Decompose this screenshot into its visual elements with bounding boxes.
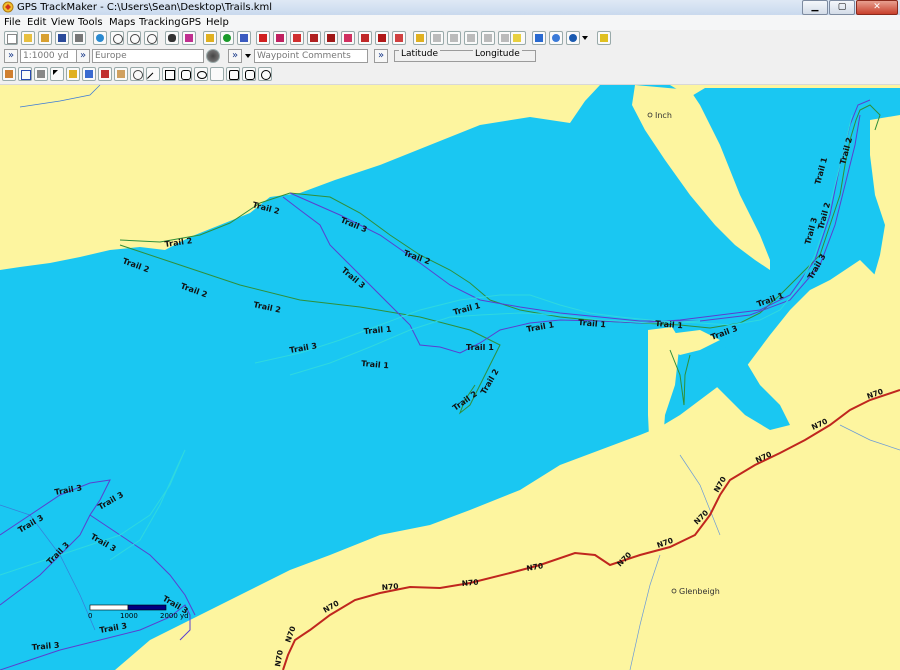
menu-edit[interactable]: Edit [27,16,46,29]
main-toolbar [0,30,900,49]
zoom-in-icon[interactable] [127,31,141,45]
antenna-icon[interactable] [464,31,478,45]
eraser-icon[interactable] [182,31,196,45]
title-bar: GPS TrackMaker - C:\Users\Sean\Desktop\T… [0,0,900,16]
menu-gps[interactable]: GPS [181,16,201,29]
ellipse-icon[interactable] [194,67,208,81]
menu-tracking[interactable]: Tracking [139,16,181,29]
move-icon[interactable] [82,67,96,81]
road-label-n70: N70 [381,582,398,592]
lasso-icon[interactable] [130,67,144,81]
map-view[interactable]: Trail 2 Trail 2 Trail 2 Trail 2 Trail 2 Trail… [0,85,900,670]
place-label-glenbeigh: Glenbeigh [679,587,720,596]
track-join-icon[interactable] [324,31,338,45]
hexagon-icon[interactable] [242,67,256,81]
open-folder-icon[interactable] [21,31,35,45]
menu-maps[interactable]: Maps [109,16,135,29]
new-file-icon[interactable] [4,31,18,45]
rectangle-icon[interactable] [162,67,176,81]
place-label-inch: Inch [655,111,672,120]
target-icon[interactable] [206,49,220,63]
flag-icon[interactable] [430,31,444,45]
maximize-button[interactable]: ▢ [829,0,855,15]
track-color-icon[interactable] [341,31,355,45]
route-icon[interactable] [237,31,251,45]
track-search-icon[interactable] [307,31,321,45]
waypoint-edit-icon[interactable] [392,31,406,45]
menu-bar: File Edit View Tools Maps Tracking GPS H… [0,15,900,30]
pencil-icon[interactable] [447,31,461,45]
menu-view[interactable]: View [51,16,75,29]
info-toolbar: » 1:1000 yd » Europe » Waypoint Comments… [0,48,900,67]
latitude-label: Latitude [399,49,441,60]
goto-arrow-button[interactable]: » [374,49,388,63]
scale-tick-0: 0 [88,612,92,620]
drawing-toolbar [0,66,900,85]
help-icon[interactable] [597,31,611,45]
track-icon[interactable] [256,31,270,45]
region-field[interactable]: Europe [92,49,204,63]
google-icon[interactable] [532,31,546,45]
menu-file[interactable]: File [4,16,21,29]
transfer-icon[interactable] [481,31,495,45]
coordinate-display: Latitude Longitude [394,49,536,62]
minimize-button[interactable]: ▁ [802,0,828,15]
close-button[interactable]: ✕ [856,0,898,15]
pentagon-icon[interactable] [226,67,240,81]
dropdown-chevron-icon[interactable] [243,49,253,63]
track-edit-icon[interactable] [273,31,287,45]
record-icon[interactable] [220,31,234,45]
scale-tick-2000: 2000 yd [160,612,189,620]
trail-label: Trail 1 [466,343,494,352]
save-icon[interactable] [55,31,69,45]
road-label-n70: N70 [461,578,478,588]
map-canvas[interactable]: Trail 2Trail 2Trail 2Trail 2Trail 2Trail… [0,85,900,670]
square-select-icon[interactable] [18,67,32,81]
ruler-icon[interactable] [34,67,48,81]
multi-select-icon[interactable] [66,67,80,81]
comment-arrow-button[interactable]: » [228,49,242,63]
longitude-label: Longitude [473,49,522,60]
open-icon[interactable] [38,31,52,45]
triangle-icon[interactable] [210,67,224,81]
grid-icon[interactable] [203,31,217,45]
zoom-icon[interactable] [110,31,124,45]
zoom-out-icon[interactable] [144,31,158,45]
waypoint-icon[interactable] [375,31,389,45]
menu-help[interactable]: Help [206,16,229,29]
sync-icon[interactable] [549,31,563,45]
print-icon[interactable] [72,31,86,45]
gps-icon[interactable] [510,31,526,45]
menu-tools[interactable]: Tools [78,16,103,29]
rounded-rect-icon[interactable] [178,67,192,81]
region-arrow-button[interactable]: » [76,49,90,63]
scale-arrow-button[interactable]: » [4,49,18,63]
track-delete-icon[interactable] [358,31,372,45]
earth-icon[interactable] [566,31,580,45]
pointer-icon[interactable] [50,67,64,81]
waypoint-comments-field[interactable]: Waypoint Comments [254,49,368,63]
chevron-down-icon[interactable] [580,31,590,45]
hand-icon[interactable] [114,67,128,81]
lock-icon[interactable] [413,31,427,45]
globe-icon[interactable] [93,31,107,45]
window-title: GPS TrackMaker - C:\Users\Sean\Desktop\T… [17,2,273,13]
line-icon[interactable] [146,67,160,85]
scale-tick-1000: 1000 [120,612,138,620]
brush-icon[interactable] [2,67,16,81]
binoculars-icon[interactable] [165,31,179,45]
pencil-draw-icon[interactable] [98,67,112,81]
track-cut-icon[interactable] [290,31,304,45]
app-logo-icon [2,1,14,13]
circle-icon[interactable] [258,67,272,81]
